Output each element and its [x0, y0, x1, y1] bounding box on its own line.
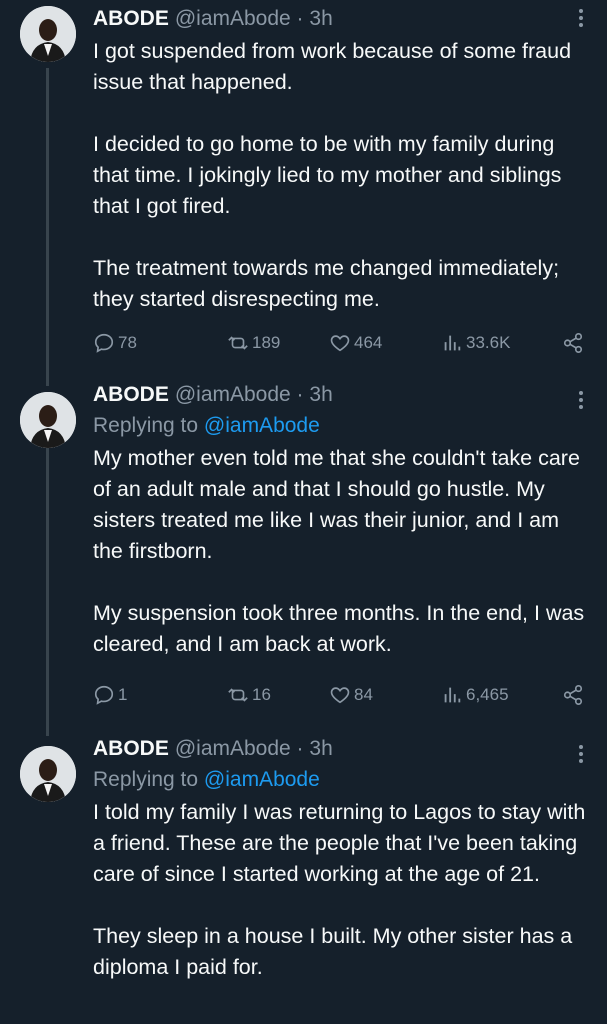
- share-icon: [563, 685, 583, 705]
- tweet[interactable]: ABODE @iamAbode · 3h Replying to @iamAbo…: [0, 732, 607, 1024]
- tweet-paragraph: The treatment towards me changed immedia…: [93, 256, 560, 311]
- more-icon[interactable]: [571, 6, 591, 32]
- tweet-paragraph: I got suspended from work because of som…: [93, 39, 572, 94]
- views-count: 6,465: [466, 685, 509, 704]
- author-handle[interactable]: @iamAbode · 3h: [175, 382, 333, 408]
- replying-to: Replying to @iamAbode: [93, 765, 587, 795]
- tweet-paragraph: I decided to go home to be with my famil…: [93, 132, 562, 218]
- tweet[interactable]: ABODE @iamAbode · 3h I got suspended fro…: [0, 0, 607, 372]
- reply-icon: [94, 333, 114, 353]
- replying-mention[interactable]: @iamAbode: [204, 768, 320, 791]
- tweet-text: I told my family I was returning to Lago…: [93, 797, 587, 983]
- avatar[interactable]: [20, 746, 76, 802]
- like-button[interactable]: 84: [329, 682, 373, 708]
- retweet-button[interactable]: 16: [227, 682, 271, 708]
- tweet-text: My mother even told me that she couldn't…: [93, 443, 587, 660]
- replying-mention[interactable]: @iamAbode: [204, 414, 320, 437]
- retweet-icon: [228, 688, 248, 702]
- share-icon: [563, 333, 583, 353]
- retweet-icon: [228, 336, 248, 350]
- reply-icon: [94, 685, 114, 705]
- retweet-button[interactable]: 189: [227, 330, 280, 356]
- like-button[interactable]: 464: [329, 330, 382, 356]
- replying-label: Replying to: [93, 414, 199, 437]
- tweet-paragraph: I told my family I was returning to Lago…: [93, 800, 586, 886]
- avatar[interactable]: [20, 6, 76, 62]
- author-name[interactable]: ABODE: [93, 6, 169, 32]
- reply-count: 78: [118, 333, 137, 352]
- share-button[interactable]: [562, 682, 587, 708]
- tweet-header: ABODE @iamAbode · 3h: [93, 6, 587, 32]
- tweet-text: I got suspended from work because of som…: [93, 36, 587, 315]
- views-count: 33.6K: [466, 333, 511, 352]
- tweet-paragraph: They sleep in a house I built. My other …: [93, 924, 573, 979]
- heart-icon: [330, 335, 350, 352]
- tweet-paragraph: My mother even told me that she couldn't…: [93, 446, 580, 563]
- author-name[interactable]: ABODE: [93, 736, 169, 762]
- author-name[interactable]: ABODE: [93, 382, 169, 408]
- tweet-header: ABODE @iamAbode · 3h: [93, 736, 587, 762]
- like-count: 84: [354, 685, 373, 704]
- tweet-paragraph: My suspension took three months. In the …: [93, 601, 585, 656]
- heart-icon: [330, 687, 350, 704]
- reply-button[interactable]: 78: [93, 330, 137, 356]
- tweet-actions: 1 16 84 6,465: [93, 682, 587, 708]
- tweet-actions: 78 189 464 33.6K: [93, 330, 587, 356]
- share-button[interactable]: [562, 330, 587, 356]
- views-icon: [444, 335, 461, 351]
- views-button[interactable]: 6,465: [441, 682, 509, 708]
- like-count: 464: [354, 333, 383, 352]
- views-icon: [444, 687, 461, 703]
- author-handle[interactable]: @iamAbode · 3h: [175, 736, 333, 762]
- tweet[interactable]: ABODE @iamAbode · 3h Replying to @iamAbo…: [0, 378, 607, 724]
- replying-to: Replying to @iamAbode: [93, 411, 587, 441]
- more-icon[interactable]: [571, 742, 591, 768]
- replying-label: Replying to: [93, 768, 199, 791]
- more-icon[interactable]: [571, 388, 591, 414]
- avatar[interactable]: [20, 392, 76, 448]
- retweet-count: 16: [252, 685, 271, 704]
- views-button[interactable]: 33.6K: [441, 330, 510, 356]
- author-handle[interactable]: @iamAbode · 3h: [175, 6, 333, 32]
- reply-button[interactable]: 1: [93, 682, 127, 708]
- tweet-header: ABODE @iamAbode · 3h: [93, 382, 587, 408]
- reply-count: 1: [118, 685, 128, 704]
- retweet-count: 189: [252, 333, 281, 352]
